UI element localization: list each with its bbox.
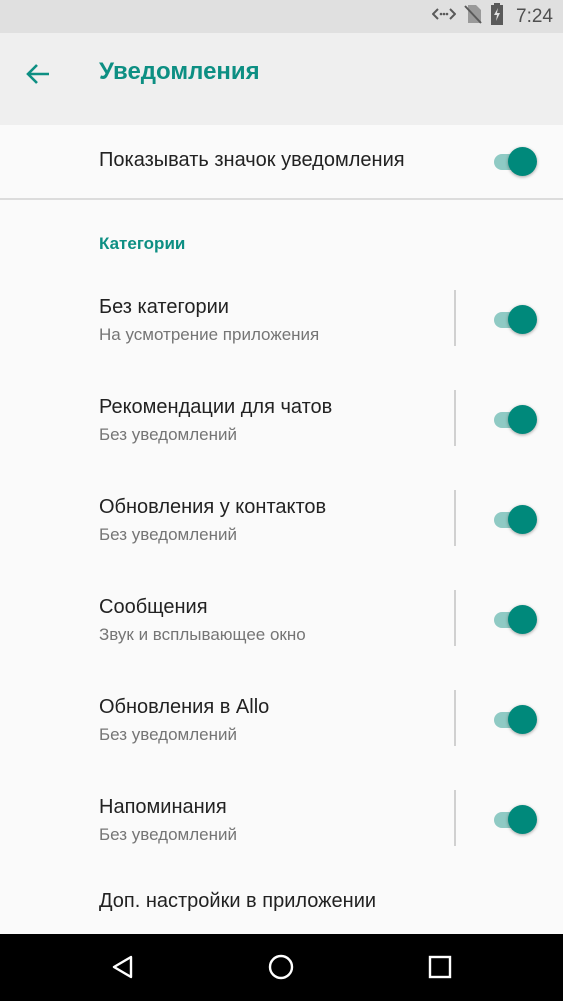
toggle-thumb bbox=[508, 405, 537, 434]
category-toggle[interactable] bbox=[494, 304, 538, 334]
category-title: Рекомендации для чатов bbox=[99, 396, 333, 418]
category-title: Сообщения bbox=[99, 596, 208, 618]
category-subtitle: Звук и всплывающее окно bbox=[99, 625, 306, 644]
category-subtitle: Без уведомлений bbox=[99, 525, 237, 544]
app-bar: Уведомления bbox=[0, 33, 563, 125]
category-subtitle: Без уведомлений bbox=[99, 425, 237, 444]
vertical-divider bbox=[454, 590, 456, 646]
home-circle-icon bbox=[267, 953, 295, 986]
vertical-divider bbox=[454, 490, 456, 546]
category-subtitle: Без уведомлений bbox=[99, 825, 237, 844]
show-badge-toggle[interactable] bbox=[494, 146, 538, 176]
vertical-divider bbox=[454, 390, 456, 446]
category-row[interactable]: Напоминания Без уведомлений bbox=[0, 790, 563, 890]
category-toggle[interactable] bbox=[494, 604, 538, 634]
recents-square-icon bbox=[427, 954, 453, 985]
toggle-thumb bbox=[508, 605, 537, 634]
more-settings-link[interactable]: Доп. настройки в приложении bbox=[99, 890, 376, 913]
category-title: Напоминания bbox=[99, 796, 227, 818]
toggle-thumb bbox=[508, 305, 537, 334]
nav-back-button[interactable] bbox=[101, 947, 145, 991]
category-toggle[interactable] bbox=[494, 404, 538, 434]
status-bar: 7:24 bbox=[0, 0, 563, 33]
toggle-thumb bbox=[508, 505, 537, 534]
category-toggle[interactable] bbox=[494, 704, 538, 734]
status-time: 7:24 bbox=[516, 5, 553, 27]
navigation-bar bbox=[0, 934, 563, 1001]
category-title: Обновления у контактов bbox=[99, 496, 327, 518]
page-title: Уведомления bbox=[99, 58, 260, 85]
category-toggle[interactable] bbox=[494, 804, 538, 834]
category-row[interactable]: Рекомендации для чатов Без уведомлений bbox=[0, 390, 563, 490]
back-button[interactable] bbox=[14, 52, 62, 100]
battery-charging-icon bbox=[490, 3, 504, 30]
section-header-categories: Категории bbox=[99, 234, 186, 253]
toggle-thumb bbox=[508, 147, 537, 176]
code-arrows-icon bbox=[431, 6, 457, 27]
vertical-divider bbox=[454, 690, 456, 746]
show-badge-setting-row[interactable]: Показывать значок уведомления bbox=[0, 125, 563, 199]
vertical-divider bbox=[454, 290, 456, 346]
category-subtitle: На усмотрение приложения bbox=[99, 325, 320, 344]
divider bbox=[0, 198, 563, 200]
no-sim-icon bbox=[464, 4, 482, 29]
show-badge-label: Показывать значок уведомления bbox=[99, 149, 405, 171]
category-row[interactable]: Без категории На усмотрение приложения bbox=[0, 290, 563, 390]
category-row[interactable]: Сообщения Звук и всплывающее окно bbox=[0, 590, 563, 690]
status-icons: 7:24 bbox=[431, 0, 553, 33]
vertical-divider bbox=[454, 790, 456, 846]
nav-home-button[interactable] bbox=[259, 947, 303, 991]
category-title: Без категории bbox=[99, 296, 229, 318]
back-triangle-icon bbox=[110, 954, 136, 985]
category-toggle[interactable] bbox=[494, 504, 538, 534]
category-subtitle: Без уведомлений bbox=[99, 725, 237, 744]
toggle-thumb bbox=[508, 805, 537, 834]
category-row[interactable]: Обновления у контактов Без уведомлений bbox=[0, 490, 563, 590]
category-title: Обновления в Allo bbox=[99, 696, 270, 718]
category-row[interactable]: Обновления в Allo Без уведомлений bbox=[0, 690, 563, 790]
nav-recents-button[interactable] bbox=[418, 947, 462, 991]
toggle-thumb bbox=[508, 705, 537, 734]
arrow-back-icon bbox=[25, 62, 51, 91]
